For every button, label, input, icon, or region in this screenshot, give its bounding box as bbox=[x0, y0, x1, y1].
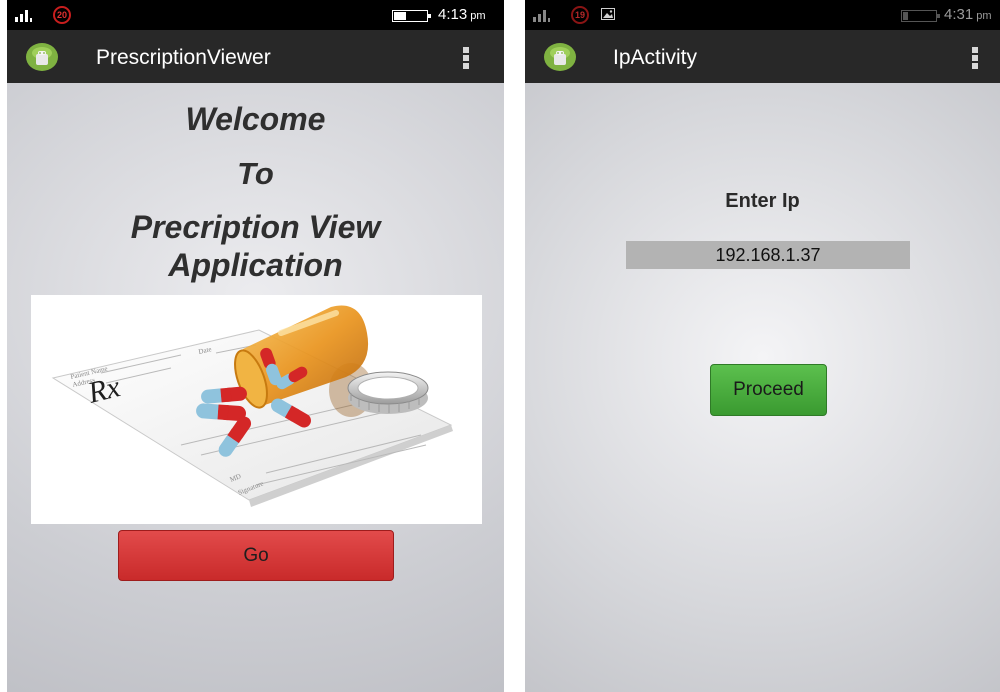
app-title: IpActivity bbox=[613, 46, 698, 69]
ip-entry-content: Enter Ip 192.168.1.37 Proceed bbox=[525, 83, 1000, 692]
status-clock: 4:31 pm bbox=[944, 6, 991, 23]
welcome-content: Welcome To Precription View Application bbox=[7, 83, 504, 692]
android-icon[interactable] bbox=[543, 42, 577, 72]
battery-icon bbox=[901, 10, 940, 22]
notification-count-badge: 20 bbox=[53, 6, 71, 24]
prescription-viewer-screen: 20 4:13 pm PrescriptionViewer Welcome To… bbox=[7, 0, 504, 692]
app-title: PrescriptionViewer bbox=[96, 46, 271, 69]
screenshot-pair: 20 4:13 pm PrescriptionViewer Welcome To… bbox=[0, 0, 1000, 692]
clock-ampm: pm bbox=[470, 10, 486, 22]
android-icon[interactable] bbox=[25, 42, 59, 72]
status-clock: 4:13 pm bbox=[438, 6, 485, 23]
ip-activity-screen: 19 4:31 pm IpActivity Enter Ip 192.168.1… bbox=[525, 0, 1000, 692]
overflow-menu-icon[interactable] bbox=[972, 47, 978, 69]
signal-strength-icon bbox=[15, 10, 32, 22]
prescription-illustration: Patient Name Address Date MD Signature R… bbox=[31, 295, 482, 524]
app-name-heading-line-2: Application bbox=[168, 247, 343, 283]
signal-strength-icon bbox=[533, 10, 550, 22]
clock-time: 4:31 bbox=[944, 6, 974, 23]
app-name-heading-line-1: Precription View bbox=[130, 209, 381, 245]
battery-icon bbox=[392, 10, 431, 22]
status-bar: 20 4:13 pm bbox=[7, 0, 504, 30]
battery-level-fill bbox=[394, 12, 406, 20]
notification-count-badge: 19 bbox=[571, 6, 589, 24]
to-heading: To bbox=[237, 156, 274, 191]
clock-ampm: pm bbox=[976, 10, 992, 22]
action-bar: PrescriptionViewer bbox=[7, 30, 504, 83]
prescription-pills-image: Patient Name Address Date MD Signature R… bbox=[51, 305, 453, 507]
status-bar: 19 4:31 pm bbox=[525, 0, 1000, 30]
gallery-notification-icon bbox=[601, 8, 615, 20]
go-button[interactable]: Go bbox=[118, 530, 394, 581]
bottle-cap bbox=[347, 371, 429, 414]
ip-address-input[interactable]: 192.168.1.37 bbox=[626, 241, 910, 269]
action-bar: IpActivity bbox=[525, 30, 1000, 83]
proceed-button[interactable]: Proceed bbox=[710, 364, 827, 416]
overflow-menu-icon[interactable] bbox=[463, 47, 469, 69]
enter-ip-label: Enter Ip bbox=[725, 190, 800, 212]
clock-time: 4:13 bbox=[438, 6, 468, 23]
battery-level-fill bbox=[903, 12, 909, 20]
welcome-heading: Welcome bbox=[185, 101, 326, 137]
